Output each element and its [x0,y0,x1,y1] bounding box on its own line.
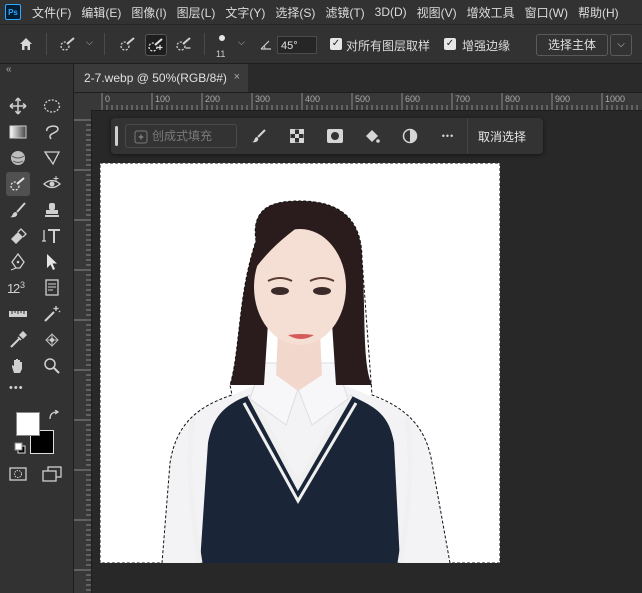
angle-icon [256,34,276,54]
horizontal-ruler[interactable]: 0 100 200 300 400 500 600 700 800 900 10… [92,93,642,111]
ruler-label: 500 [355,94,371,104]
gradient-tool-icon[interactable] [6,120,30,144]
menu-select[interactable]: 选择(S) [270,4,320,21]
ruler-label: 400 [305,94,321,104]
menu-bar: Ps 文件(F) 编辑(E) 图像(I) 图层(L) 文字(Y) 选择(S) 滤… [0,0,642,25]
home-icon[interactable] [16,34,36,54]
ruler-label: 0 [105,94,111,104]
menu-image[interactable]: 图像(I) [126,4,171,21]
brush-size: 11 [216,49,226,59]
canvas-area[interactable] [92,111,642,593]
ruler-label: 600 [405,94,421,104]
close-tab-icon[interactable]: × [234,71,240,83]
generative-fill-icon [134,129,148,151]
menu-window[interactable]: 窗口(W) [520,4,573,21]
foreground-color-swatch[interactable] [16,412,40,436]
fill-bucket-icon[interactable] [362,126,382,146]
preset-chevron-icon[interactable]: ⌵ [86,37,93,48]
photoshop-logo: Ps [5,4,21,20]
ruler-label: 100 [155,94,171,104]
stamp-tool-icon[interactable] [40,198,64,222]
menu-edit[interactable]: 编辑(E) [76,4,126,21]
tools-panel: « 123 ••• [0,64,74,593]
magic-wand-icon[interactable] [40,302,64,326]
quick-selection-preset-icon[interactable] [58,34,78,54]
mask-icon[interactable] [325,126,345,146]
more-options-label: ••• [441,131,455,141]
select-subject-dropdown[interactable]: ⌵ [610,34,632,56]
document-tab-bar: 2-7.webp @ 50%(RGB/8#) × [74,64,642,93]
magnetic-lasso-icon[interactable] [40,146,64,170]
ruler-label: 1000 [605,94,626,104]
screen-mode-icon[interactable] [40,462,64,486]
eraser-tool-icon[interactable] [6,224,30,248]
menu-file[interactable]: 文件(F) [27,4,76,21]
note-tool-icon[interactable] [40,276,64,300]
drag-handle[interactable] [115,126,118,146]
vertical-type-tool-icon[interactable] [40,224,64,248]
collapse-toolbar-icon[interactable]: « [6,64,12,75]
ruler-label: 800 [505,94,521,104]
lasso-tool-icon[interactable] [40,120,64,144]
more-tools-icon[interactable]: ••• [9,382,24,394]
ruler-label: 200 [205,94,221,104]
default-colors-icon[interactable] [14,442,26,454]
deselect-button[interactable]: 取消选择 [478,128,526,145]
hand-tool-icon[interactable] [6,354,30,378]
menu-plugins[interactable]: 增效工具 [462,4,520,21]
menu-3d[interactable]: 3D(D) [370,5,412,19]
menu-filter[interactable]: 滤镜(T) [320,4,369,21]
portrait-photo [99,162,501,564]
brush-preview-icon[interactable] [216,32,228,44]
ruler-origin[interactable] [74,93,92,110]
enhance-edge-checkbox[interactable]: ✓ [444,38,456,50]
document-tab-title: 2-7.webp @ 50%(RGB/8#) [84,71,227,85]
ruler-label: 300 [255,94,271,104]
ruler-label: 900 [555,94,571,104]
brush-selection-icon[interactable] [249,126,269,146]
quick-mask-icon[interactable] [6,462,30,486]
move-tool-icon[interactable] [6,94,30,118]
document-tab[interactable]: 2-7.webp @ 50%(RGB/8#) × [74,64,248,92]
path-selection-icon[interactable] [40,250,64,274]
menu-help[interactable]: 帮助(H) [573,4,624,21]
sphere-tool-icon[interactable] [6,146,30,170]
ruler-tool-icon[interactable] [6,302,30,326]
menu-type[interactable]: 文字(Y) [220,4,270,21]
zoom-tool-icon[interactable] [40,354,64,378]
red-eye-tool-icon[interactable] [40,172,64,196]
ruler-label: 700 [455,94,471,104]
more-options-icon[interactable]: ••• [438,126,458,146]
options-bar: ⌵ 11 ⌵ 45° ✓ 对所有图层取样 ✓ 增强边缘 选择主体 ⌵ [0,25,642,64]
chevron-down-icon: ⌵ [617,39,625,50]
puppet-warp-icon[interactable] [40,328,64,352]
brush-chevron-icon[interactable]: ⌵ [238,37,245,48]
elliptical-marquee-icon[interactable] [40,94,64,118]
subtract-from-selection-icon[interactable] [174,34,194,54]
sample-all-layers-checkbox[interactable]: ✓ [330,38,342,50]
select-subject-button[interactable]: 选择主体 [536,34,608,56]
adjustment-icon[interactable] [400,126,420,146]
generative-fill-label: 创成式填充 [152,129,213,143]
new-selection-icon[interactable] [118,34,138,54]
generative-fill-button[interactable]: 创成式填充 [125,124,237,148]
swap-colors-icon[interactable] [48,409,60,422]
enhance-edge-label: 增强边缘 [462,39,511,53]
eyedropper-icon[interactable] [6,328,30,352]
brush-tool-icon[interactable] [6,198,30,222]
document-canvas[interactable] [99,162,501,564]
pen-tool-icon[interactable] [6,250,30,274]
svg-text:3: 3 [20,280,25,290]
menu-layer[interactable]: 图层(L) [172,4,221,21]
quick-selection-tool-icon[interactable] [6,172,30,196]
vertical-ruler[interactable] [74,110,92,593]
contextual-task-bar: 创成式填充 ••• 取消选择 [111,118,543,154]
angle-input[interactable]: 45° [277,36,317,54]
counter-tool-icon[interactable]: 123 [6,276,30,300]
add-to-selection-icon[interactable] [145,34,167,56]
sample-all-layers-label: 对所有图层取样 [346,39,431,53]
menu-view[interactable]: 视图(V) [412,4,462,21]
transparency-grid-icon[interactable] [287,126,307,146]
